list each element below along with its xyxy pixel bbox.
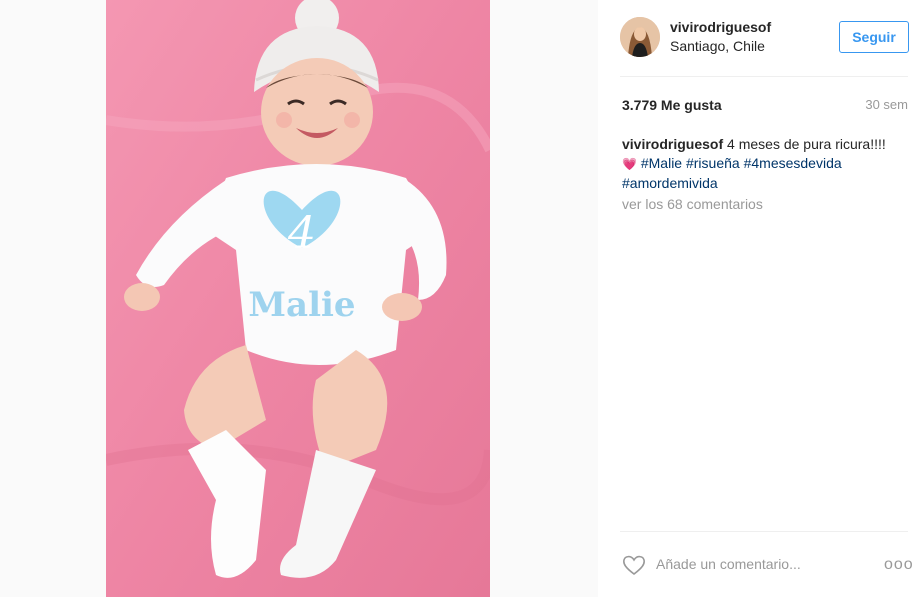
caption-text: 4 meses de pura ricura!!!! — [723, 136, 886, 152]
footer-divider — [620, 531, 908, 532]
post-sidebar: vivirodriguesof Santiago, Chile Seguir 3… — [598, 0, 916, 597]
post-time[interactable]: 30 sem — [865, 97, 908, 112]
header-divider — [620, 76, 908, 77]
post-location[interactable]: Santiago, Chile — [670, 38, 765, 54]
shirt-text: Malie — [248, 285, 355, 325]
author-username[interactable]: vivirodriguesof — [670, 19, 771, 35]
caption-username[interactable]: vivirodriguesof — [622, 136, 723, 152]
heart-outline-icon — [623, 555, 645, 576]
likes-count[interactable]: 3.779 Me gusta — [622, 97, 722, 113]
more-options-button[interactable]: ooo — [884, 556, 914, 574]
baby-photo-illustration: 4 Malie — [106, 0, 490, 597]
post-photo[interactable]: 4 Malie — [106, 0, 490, 597]
view-comments-link[interactable]: ver los 68 comentarios — [622, 196, 763, 212]
comment-input[interactable]: Añade un comentario... — [656, 556, 801, 572]
post-caption: vivirodriguesof 4 meses de pura ricura!!… — [622, 135, 907, 193]
hashtag-malie[interactable]: #Malie — [641, 155, 682, 171]
hashtag-4mesesdevida[interactable]: #4mesesdevida — [744, 155, 842, 171]
like-button[interactable] — [622, 554, 646, 576]
avatar-image-icon — [620, 17, 660, 57]
hashtag-amordemivida[interactable]: #amordemivida — [622, 175, 718, 191]
follow-button[interactable]: Seguir — [839, 21, 909, 53]
heart-emoji-icon: 💗 — [622, 157, 637, 171]
hashtag-risuena[interactable]: #risueña — [686, 155, 740, 171]
author-avatar[interactable] — [620, 17, 660, 57]
photo-area: 4 Malie — [0, 0, 598, 597]
post-header: vivirodriguesof Santiago, Chile Seguir — [620, 16, 910, 60]
heart-number: 4 — [287, 208, 316, 259]
